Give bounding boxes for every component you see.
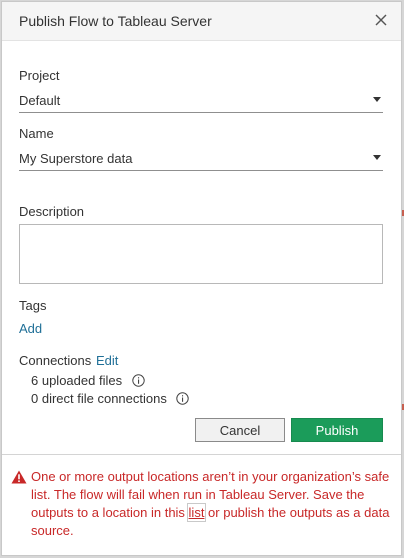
project-label: Project: [19, 68, 60, 83]
direct-connections-text: 0 direct file connections: [31, 391, 167, 406]
description-textarea[interactable]: [19, 224, 383, 284]
dialog-title: Publish Flow to Tableau Server: [19, 13, 212, 29]
dialog-titlebar: Publish Flow to Tableau Server: [2, 2, 401, 41]
cancel-button[interactable]: Cancel: [195, 418, 285, 442]
close-icon: [375, 14, 387, 26]
edit-connections-link[interactable]: Edit: [96, 353, 118, 368]
name-value: My Superstore data: [19, 151, 133, 166]
direct-connections-row: 0 direct file connections: [31, 391, 190, 406]
uploaded-files-text: 6 uploaded files: [31, 373, 123, 388]
connections-label: Connections: [19, 353, 92, 368]
publish-dialog: Publish Flow to Tableau Server Project D…: [1, 1, 402, 556]
add-tag-link[interactable]: Add: [19, 321, 42, 336]
uploaded-files-row: 6 uploaded files: [31, 373, 145, 388]
name-label: Name: [19, 126, 54, 141]
warning-icon: [11, 470, 27, 484]
name-select[interactable]: My Superstore data: [19, 148, 383, 171]
project-select[interactable]: Default: [19, 90, 383, 113]
warning-text: One or more output locations aren’t in y…: [31, 468, 396, 540]
info-icon[interactable]: [176, 392, 190, 405]
tags-label: Tags: [19, 298, 47, 313]
divider: [2, 454, 401, 455]
info-icon[interactable]: [132, 374, 145, 387]
project-value: Default: [19, 93, 61, 108]
description-label: Description: [19, 204, 85, 219]
publish-button[interactable]: Publish: [291, 418, 383, 442]
close-button[interactable]: [373, 12, 389, 28]
caret-down-icon: [373, 155, 381, 160]
caret-down-icon: [373, 97, 381, 102]
safe-list-link[interactable]: list: [186, 503, 207, 522]
